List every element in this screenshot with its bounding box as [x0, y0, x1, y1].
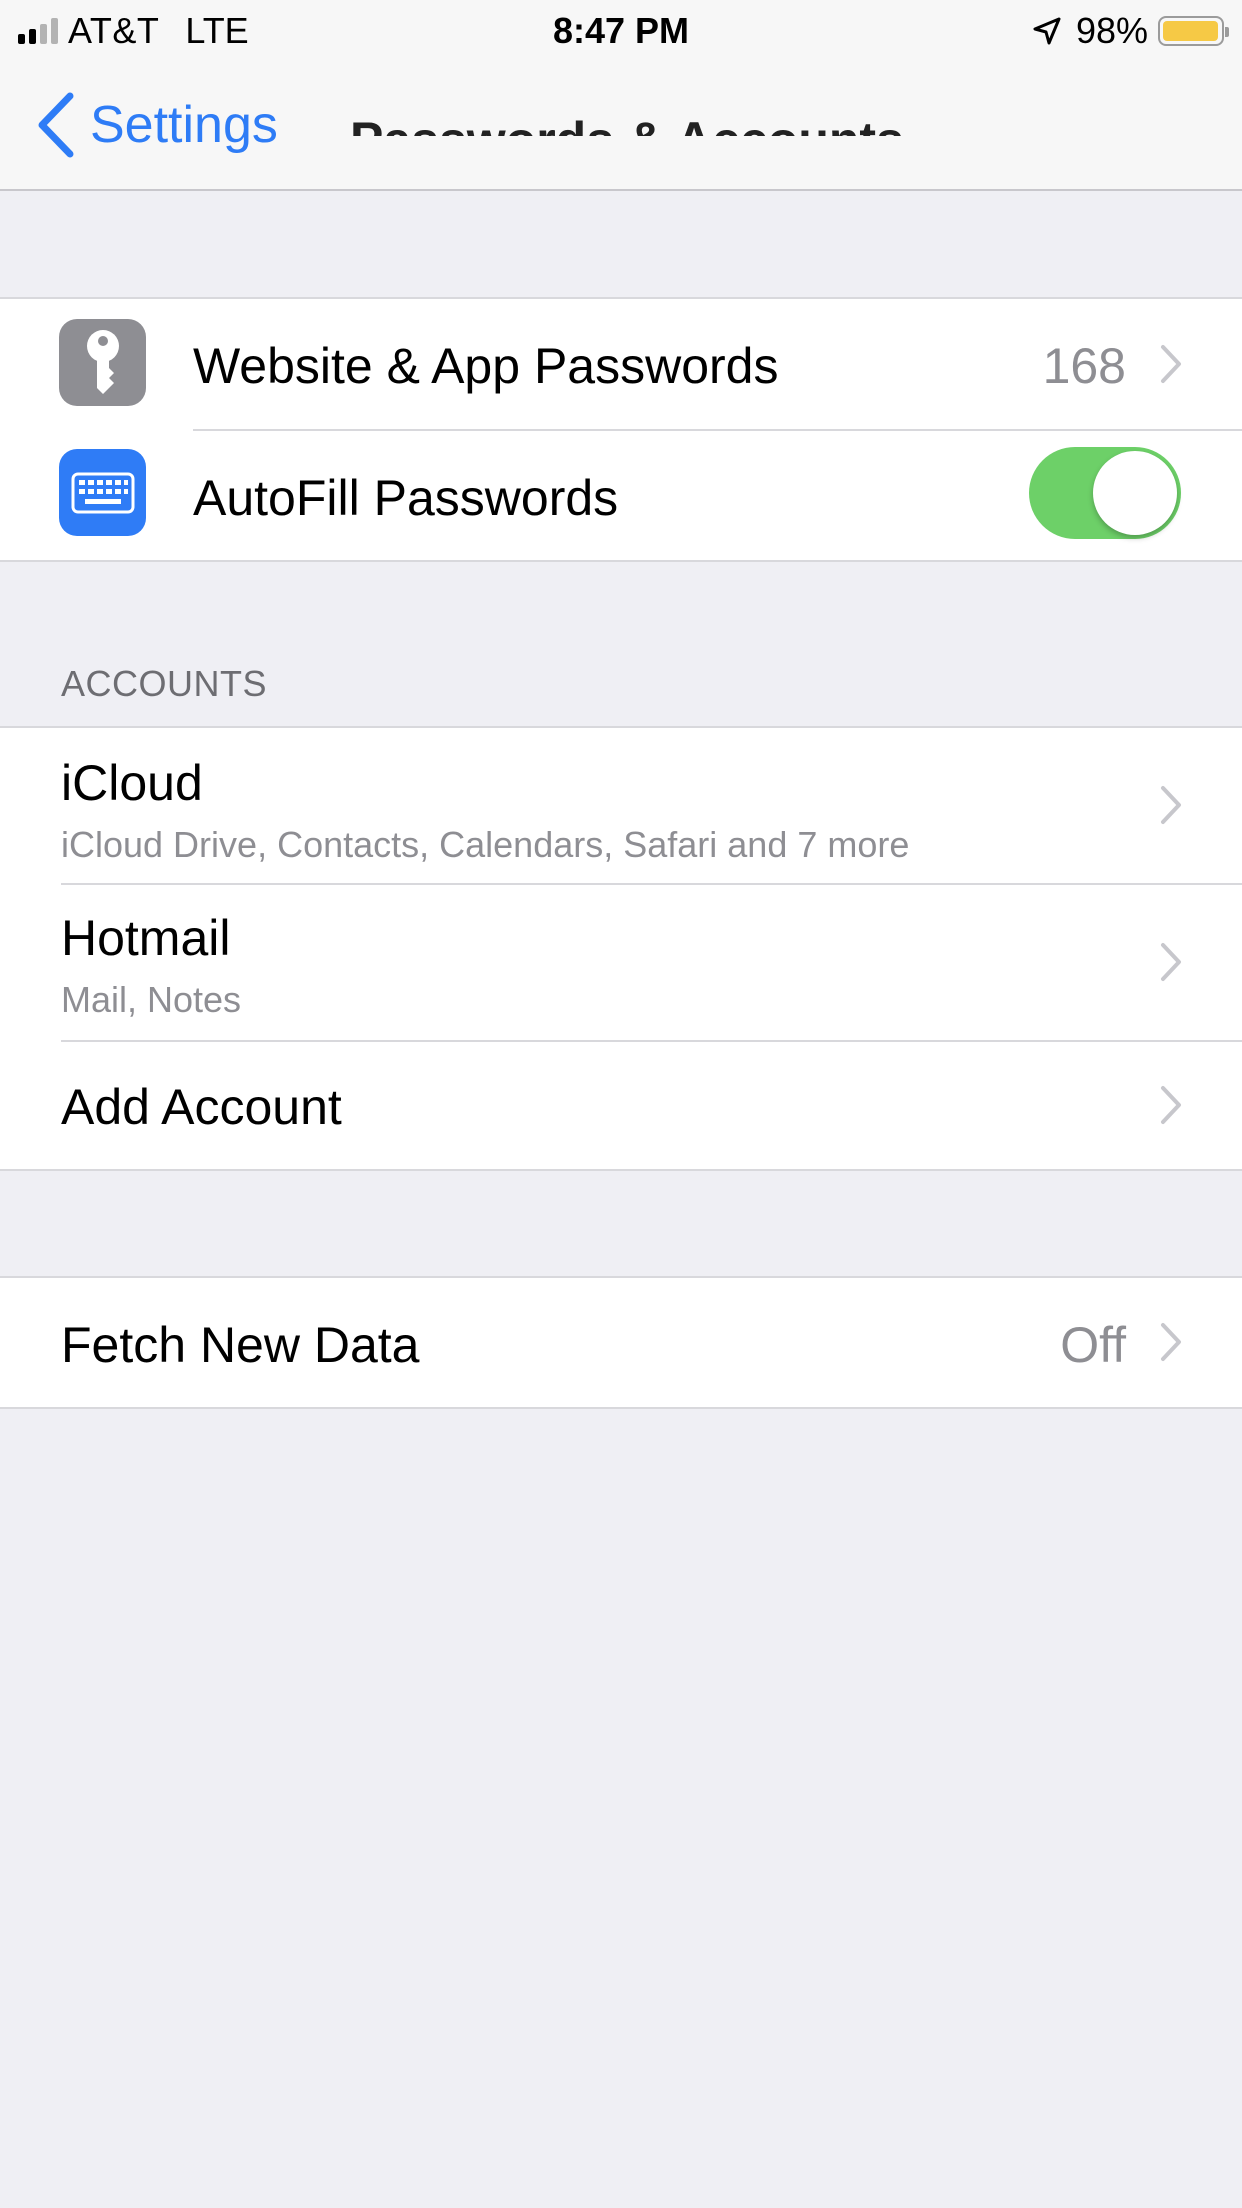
chevron-right-icon [1161, 1086, 1181, 1124]
back-button-label: Settings [90, 96, 278, 154]
page-title: Passwords & Accounts [350, 96, 910, 136]
password-count: 168 [1042, 338, 1126, 394]
account-name: iCloud [61, 755, 203, 811]
keyboard-icon [59, 449, 146, 536]
battery-fill [1163, 21, 1218, 41]
accounts-section-header: ACCOUNTS [61, 663, 268, 704]
autofill-passwords-label: AutoFill Passwords [193, 470, 619, 526]
autofill-toggle[interactable] [1029, 447, 1181, 539]
passwords-group: Website & App Passwords 168 AutoFill Pas… [0, 297, 1242, 562]
autofill-passwords-row: AutoFill Passwords [0, 431, 1242, 560]
fetch-value: Off [1060, 1317, 1126, 1373]
navigation-bar: Settings Passwords & Accounts [0, 62, 1242, 191]
chevron-right-icon [1161, 786, 1181, 824]
account-name: Hotmail [61, 910, 231, 966]
fetch-group: Fetch New Data Off [0, 1276, 1242, 1409]
back-button[interactable]: Settings [36, 92, 278, 158]
account-detail: Mail, Notes [61, 979, 242, 1020]
chevron-right-icon [1161, 345, 1181, 383]
key-icon [59, 319, 146, 406]
website-app-passwords-row[interactable]: Website & App Passwords 168 [0, 299, 1242, 429]
fetch-new-data-row[interactable]: Fetch New Data Off [0, 1278, 1242, 1407]
accounts-group: iCloud iCloud Drive, Contacts, Calendars… [0, 726, 1242, 1171]
location-arrow-icon [1033, 17, 1061, 45]
account-row-hotmail[interactable]: Hotmail Mail, Notes [0, 885, 1242, 1040]
add-account-label: Add Account [61, 1079, 342, 1135]
fetch-new-data-label: Fetch New Data [61, 1317, 420, 1373]
chevron-right-icon [1161, 1323, 1181, 1361]
battery-icon [1158, 16, 1229, 46]
chevron-right-icon [1161, 943, 1181, 981]
battery-percent: 98% [1075, 10, 1148, 51]
toggle-knob [1093, 451, 1177, 535]
status-bar: AT&T LTE 8:47 PM 98% [0, 0, 1242, 62]
add-account-row[interactable]: Add Account [0, 1042, 1242, 1169]
website-app-passwords-label: Website & App Passwords [193, 338, 779, 394]
account-row-icloud[interactable]: iCloud iCloud Drive, Contacts, Calendars… [0, 728, 1242, 883]
chevron-left-icon [38, 92, 74, 158]
status-bar-right: 98% [1032, 10, 1229, 52]
